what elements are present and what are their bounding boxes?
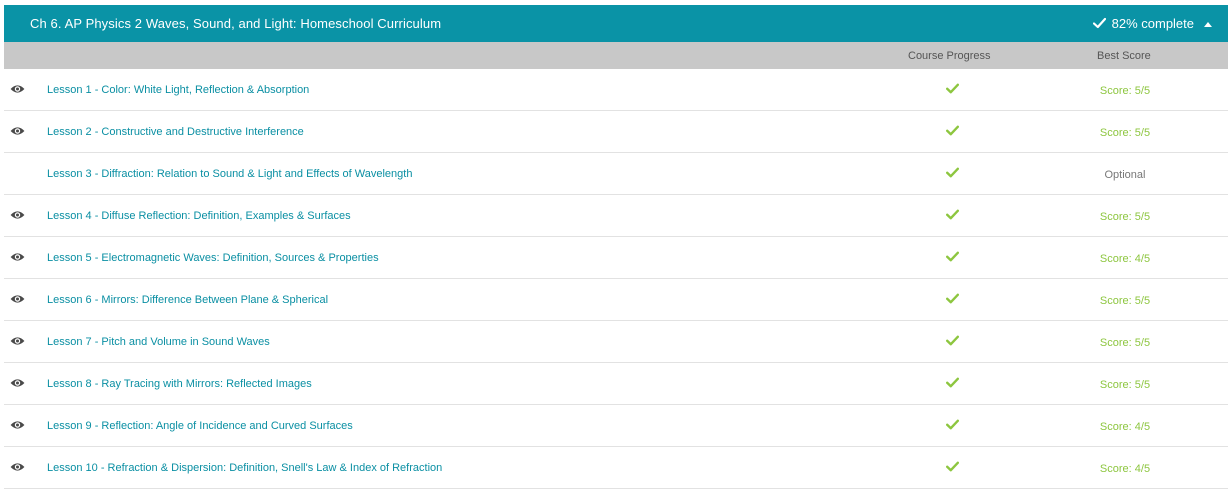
score-value: Score: 5/5	[1099, 379, 1151, 391]
score-value: Score: 5/5	[1099, 337, 1151, 349]
lesson-row: Lesson 3 - Diffraction: Relation to Soun…	[0, 153, 1228, 195]
score-value: Score: 4/5	[1099, 421, 1151, 433]
lesson-row: Lesson 4 - Diffuse Reflection: Definitio…	[0, 195, 1228, 237]
caret-up-icon[interactable]	[1204, 22, 1212, 27]
lesson-row: Lesson 2 - Constructive and Destructive …	[0, 111, 1228, 153]
lesson-link[interactable]: Lesson 9 - Reflection: Angle of Incidenc…	[47, 420, 353, 432]
check-icon	[946, 83, 959, 94]
eye-icon[interactable]	[10, 84, 25, 94]
eye-icon[interactable]	[10, 294, 25, 304]
lesson-link[interactable]: Lesson 4 - Diffuse Reflection: Definitio…	[47, 210, 351, 222]
eye-icon[interactable]	[10, 126, 25, 136]
eye-icon[interactable]	[10, 336, 25, 346]
lesson-link[interactable]: Lesson 5 - Electromagnetic Waves: Defini…	[47, 252, 379, 264]
check-icon	[946, 251, 959, 262]
check-icon	[946, 377, 959, 388]
eye-icon[interactable]	[10, 252, 25, 262]
check-icon	[946, 209, 959, 220]
eye-icon[interactable]	[10, 420, 25, 430]
lesson-link[interactable]: Lesson 6 - Mirrors: Difference Between P…	[47, 294, 328, 306]
lesson-link[interactable]: Lesson 10 - Refraction & Dispersion: Def…	[47, 462, 442, 474]
score-value: Score: 5/5	[1099, 211, 1151, 223]
eye-icon[interactable]	[10, 378, 25, 388]
column-best-score: Best Score	[1097, 50, 1151, 62]
chapter-title[interactable]: Ch 6. AP Physics 2 Waves, Sound, and Lig…	[30, 16, 441, 31]
check-icon	[946, 125, 959, 136]
eye-icon[interactable]	[10, 462, 25, 472]
lesson-row: Lesson 9 - Reflection: Angle of Incidenc…	[0, 405, 1228, 447]
lesson-link[interactable]: Lesson 3 - Diffraction: Relation to Soun…	[47, 168, 412, 180]
check-icon	[946, 335, 959, 346]
check-icon	[946, 461, 959, 472]
lesson-link[interactable]: Lesson 7 - Pitch and Volume in Sound Wav…	[47, 336, 270, 348]
chapter-header[interactable]: Ch 6. AP Physics 2 Waves, Sound, and Lig…	[4, 5, 1228, 42]
lesson-row: Lesson 10 - Refraction & Dispersion: Def…	[0, 447, 1228, 489]
optional-label: Optional	[1104, 169, 1146, 181]
eye-icon[interactable]	[10, 210, 25, 220]
lesson-row: Lesson 5 - Electromagnetic Waves: Defini…	[0, 237, 1228, 279]
check-icon	[1093, 17, 1106, 29]
column-course-progress: Course Progress	[908, 50, 991, 62]
lesson-link[interactable]: Lesson 8 - Ray Tracing with Mirrors: Ref…	[47, 378, 312, 390]
score-value: Score: 4/5	[1099, 253, 1151, 265]
check-icon	[946, 167, 959, 178]
lesson-link[interactable]: Lesson 1 - Color: White Light, Reflectio…	[47, 84, 309, 96]
lesson-link[interactable]: Lesson 2 - Constructive and Destructive …	[47, 126, 304, 138]
check-icon	[946, 293, 959, 304]
lesson-row: Lesson 1 - Color: White Light, Reflectio…	[0, 69, 1228, 111]
score-value: Score: 5/5	[1099, 127, 1151, 139]
column-header-bar: Course Progress Best Score	[4, 42, 1228, 69]
completion-status: 82% complete	[1093, 16, 1194, 31]
score-value: Score: 5/5	[1099, 85, 1151, 97]
check-icon	[946, 419, 959, 430]
lesson-row: Lesson 6 - Mirrors: Difference Between P…	[0, 279, 1228, 321]
lesson-row: Lesson 7 - Pitch and Volume in Sound Wav…	[0, 321, 1228, 363]
score-value: Score: 5/5	[1099, 295, 1151, 307]
completion-text: 82% complete	[1111, 16, 1195, 31]
score-value: Score: 4/5	[1099, 463, 1151, 475]
lesson-row: Lesson 8 - Ray Tracing with Mirrors: Ref…	[0, 363, 1228, 405]
